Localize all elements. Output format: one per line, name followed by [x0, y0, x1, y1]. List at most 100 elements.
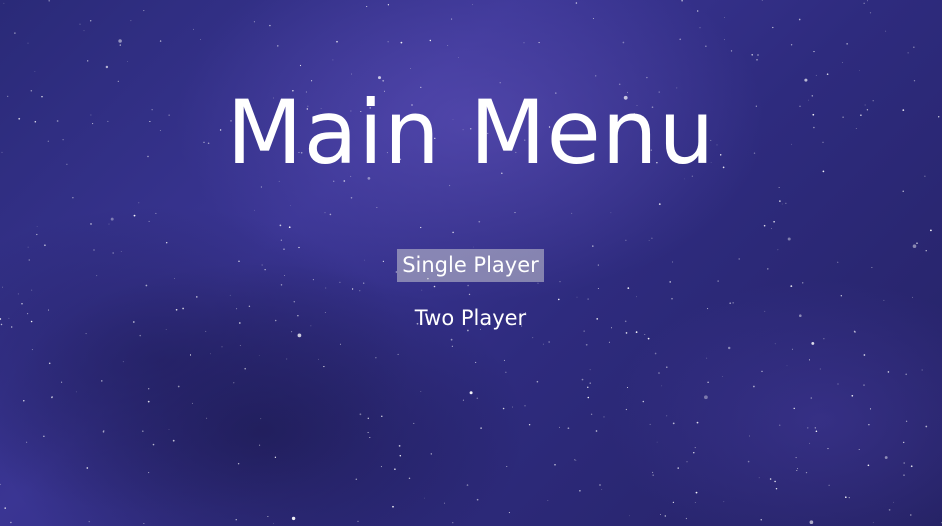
star [145, 284, 148, 287]
star [447, 45, 449, 46]
star [647, 337, 650, 340]
star [777, 249, 779, 251]
star [910, 465, 913, 468]
star [288, 226, 291, 229]
star [420, 390, 422, 392]
star [3, 2, 5, 4]
star [769, 478, 772, 480]
star [0, 318, 2, 320]
star [756, 58, 758, 61]
star [590, 413, 593, 415]
star [83, 30, 85, 32]
star [466, 484, 469, 486]
star [143, 523, 145, 525]
star [17, 293, 19, 295]
star [191, 402, 193, 404]
star [537, 282, 539, 284]
star [279, 224, 282, 227]
star [597, 264, 599, 266]
star [400, 41, 403, 44]
star [536, 380, 539, 383]
star [767, 268, 769, 270]
star [387, 4, 390, 6]
star [905, 420, 908, 422]
star [579, 489, 581, 492]
star [773, 221, 775, 223]
star [210, 353, 212, 355]
star [452, 231, 454, 234]
star [753, 385, 755, 388]
star [0, 483, 1, 485]
star [4, 507, 6, 509]
star [779, 200, 781, 202]
star [642, 400, 645, 403]
star [840, 295, 842, 297]
star [450, 338, 453, 341]
star [707, 308, 709, 310]
star [359, 290, 361, 292]
star [324, 212, 326, 214]
star [30, 320, 33, 323]
star [681, 0, 683, 2]
star [413, 422, 415, 424]
star [27, 42, 29, 44]
star [785, 202, 787, 204]
star [524, 405, 526, 407]
star [248, 305, 251, 308]
star [119, 44, 121, 46]
star [102, 430, 105, 433]
star [451, 18, 453, 20]
star [764, 310, 766, 312]
star [907, 52, 909, 54]
star [339, 281, 341, 284]
star [352, 288, 354, 290]
star [581, 378, 584, 381]
star [130, 20, 132, 22]
star [229, 294, 231, 296]
star [420, 226, 422, 229]
star [143, 10, 145, 12]
star [592, 245, 594, 247]
star [21, 303, 23, 305]
star [842, 62, 843, 63]
star [795, 457, 797, 459]
star [595, 75, 597, 77]
star [79, 23, 81, 25]
star [339, 343, 341, 345]
star [238, 322, 241, 324]
star [559, 426, 560, 428]
star [280, 239, 282, 241]
star [87, 60, 89, 62]
star [693, 452, 695, 454]
star [757, 54, 759, 56]
star [254, 209, 255, 211]
star [196, 296, 198, 298]
star [0, 323, 3, 326]
single-player-button[interactable]: Single Player [397, 249, 544, 282]
star [846, 43, 848, 45]
star [706, 357, 708, 359]
two-player-button[interactable]: Two Player [397, 302, 544, 335]
star [686, 461, 688, 463]
star [387, 41, 389, 43]
star [476, 397, 479, 400]
star [172, 439, 175, 442]
star [554, 463, 556, 466]
star [476, 498, 479, 501]
star [819, 368, 821, 370]
star [575, 459, 577, 461]
star [751, 54, 753, 56]
star [717, 280, 719, 282]
star [888, 509, 891, 511]
star [505, 371, 507, 373]
star [885, 30, 887, 32]
star [635, 331, 638, 333]
star [925, 250, 927, 252]
star [269, 24, 271, 27]
star [867, 464, 870, 467]
page-title: Main Menu [226, 81, 716, 184]
star [90, 223, 92, 225]
star [905, 373, 907, 376]
star [48, 0, 51, 2]
star [747, 460, 750, 463]
